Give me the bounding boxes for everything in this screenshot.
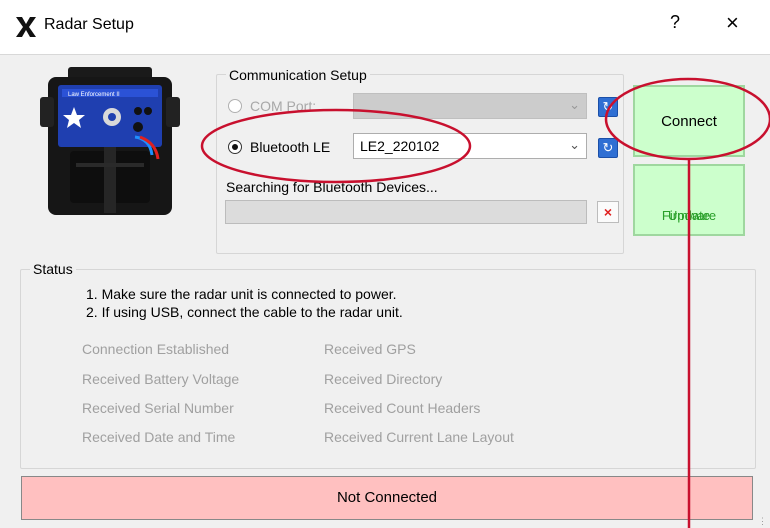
search-progress-bar [225, 200, 587, 224]
com-port-label: COM Port: [250, 98, 317, 114]
bluetooth-le-option[interactable]: Bluetooth LE [228, 139, 330, 155]
refresh-bluetooth-button[interactable]: ↻ [598, 138, 618, 158]
check-lane-layout: Received Current Lane Layout [324, 429, 514, 445]
chevron-down-icon: ⌄ [569, 137, 580, 152]
app-x-icon [16, 17, 36, 37]
resize-grip-icon[interactable]: ⋮ [758, 516, 768, 526]
check-directory: Received Directory [324, 371, 443, 387]
window-title: Radar Setup [44, 16, 134, 33]
bluetooth-le-label: Bluetooth LE [250, 139, 331, 155]
chevron-down-icon: ⌄ [569, 97, 580, 112]
connect-button-label: Connect [661, 113, 717, 130]
title-bar: Radar Setup ? × [0, 0, 770, 55]
connection-status-banner: Not Connected [21, 476, 753, 520]
bluetooth-device-value: LE2_220102 [360, 138, 440, 154]
com-port-select: ⌄ [353, 93, 587, 119]
bluetooth-device-select[interactable]: LE2_220102 ⌄ [353, 133, 587, 159]
com-port-radio[interactable] [228, 99, 242, 113]
communication-setup-label: Communication Setup [226, 67, 370, 83]
instruction-line: 2. If using USB, connect the cable to th… [86, 304, 403, 320]
com-port-option[interactable]: COM Port: [228, 98, 316, 114]
dialog-client-area: Law Enforcement II Communication Setup C… [0, 55, 770, 528]
check-gps: Received GPS [324, 341, 416, 357]
bluetooth-le-radio[interactable] [228, 140, 242, 154]
cancel-search-button[interactable]: × [597, 201, 619, 223]
check-connection-established: Connection Established [82, 341, 230, 357]
search-status-text: Searching for Bluetooth Devices... [226, 179, 438, 195]
close-button[interactable]: × [726, 10, 739, 36]
help-button[interactable]: ? [670, 12, 680, 33]
check-count-headers: Received Count Headers [324, 400, 481, 416]
status-label: Status [30, 261, 76, 277]
update-firmware-label-line2: Firmware [661, 208, 717, 223]
update-firmware-button[interactable]: Update Firmware [633, 164, 745, 236]
instruction-line: 1. Make sure the radar unit is connected… [86, 286, 397, 302]
check-date-time: Received Date and Time [82, 429, 236, 445]
check-battery-voltage: Received Battery Voltage [82, 371, 240, 387]
device-label-text: Law Enforcement II [68, 92, 120, 98]
radar-device-image: Law Enforcement II [40, 67, 180, 215]
connect-button[interactable]: Connect [633, 85, 745, 157]
refresh-com-ports-button[interactable]: ↻ [598, 97, 618, 117]
check-serial-number: Received Serial Number [82, 400, 234, 416]
